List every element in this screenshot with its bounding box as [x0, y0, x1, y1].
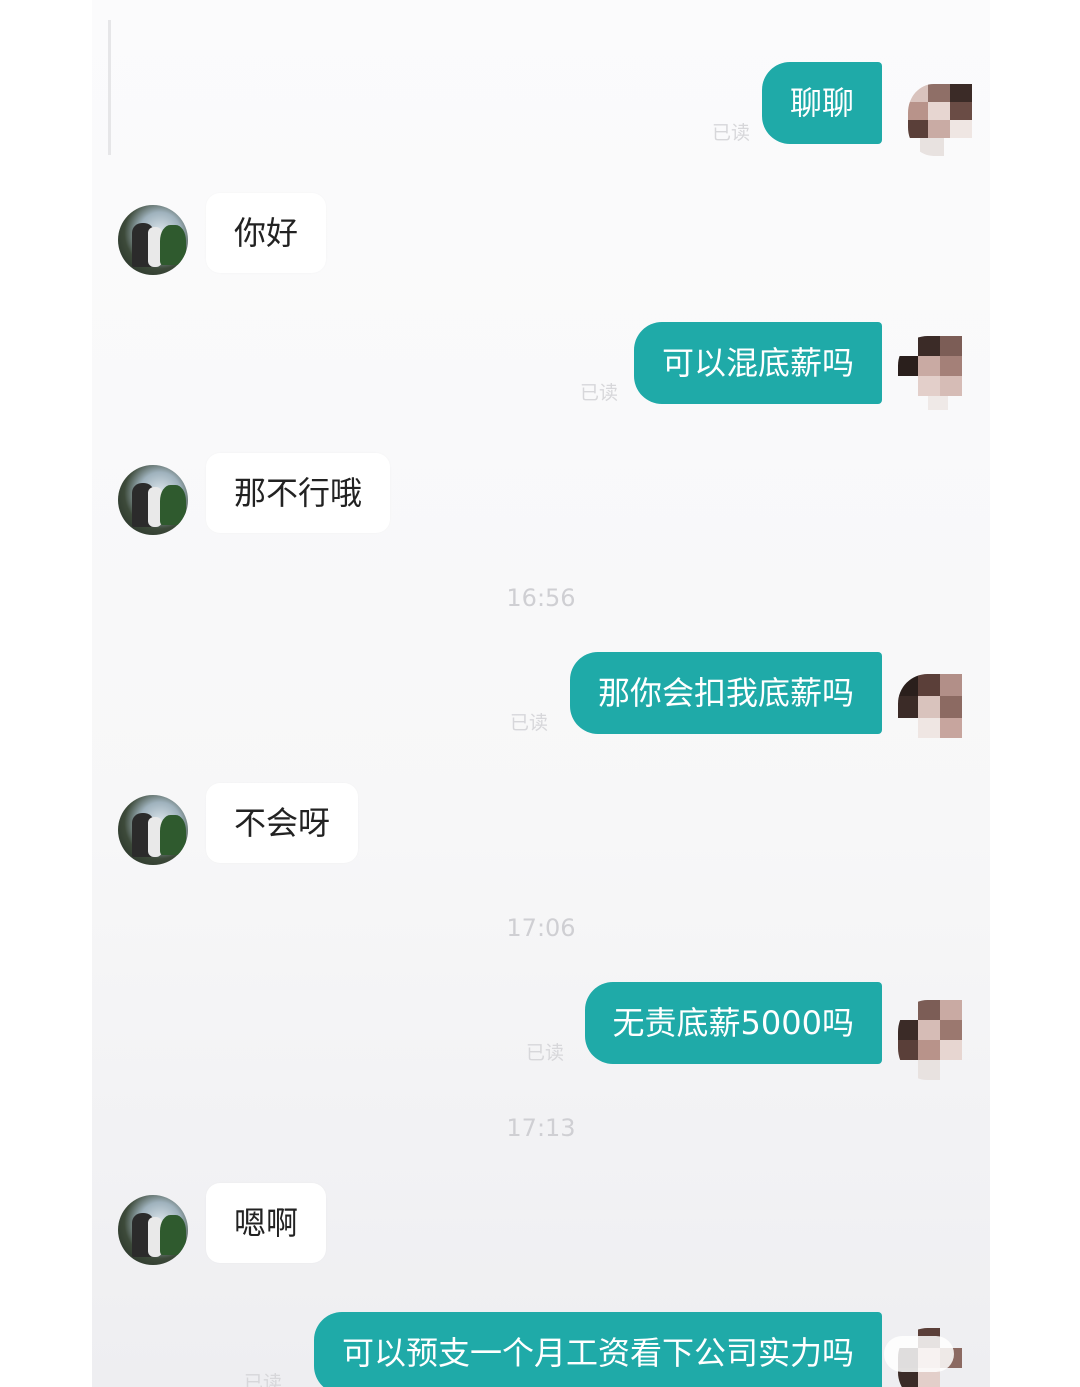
timestamp-divider: 17:06 [506, 914, 576, 942]
contact-avatar[interactable] [118, 1195, 188, 1265]
chat-screen: 已读 聊聊 你好 已读 可以混底薪吗 那不行哦 16:56 已读 那你会扣我底薪… [92, 0, 990, 1387]
contact-avatar[interactable] [118, 795, 188, 865]
watermark-badge [884, 1336, 954, 1372]
contact-avatar[interactable] [118, 465, 188, 535]
read-status: 已读 [526, 1042, 565, 1064]
incoming-message-bubble[interactable]: 那不行哦 [206, 453, 391, 533]
outgoing-message-bubble[interactable]: 聊聊 [761, 62, 882, 144]
outgoing-message-bubble[interactable]: 那你会扣我底薪吗 [569, 652, 882, 734]
incoming-message-bubble[interactable]: 嗯啊 [206, 1183, 327, 1263]
read-status: 已读 [580, 382, 619, 404]
outgoing-message-bubble[interactable]: 可以混底薪吗 [633, 322, 882, 404]
read-status: 已读 [244, 1372, 283, 1387]
left-edge-divider [108, 20, 111, 155]
read-status: 已读 [510, 712, 549, 734]
outgoing-message-bubble[interactable]: 无责底薪5000吗 [584, 982, 882, 1064]
incoming-message-bubble[interactable]: 不会呀 [206, 783, 359, 863]
sender-avatar-pixelated[interactable] [898, 1000, 972, 1080]
sender-avatar-pixelated[interactable] [898, 674, 972, 748]
sender-avatar-pixelated[interactable] [898, 336, 972, 410]
timestamp-divider: 17:13 [506, 1114, 576, 1142]
read-status: 已读 [712, 122, 751, 144]
timestamp-divider: 16:56 [506, 584, 576, 612]
outgoing-message-bubble[interactable]: 可以预支一个月工资看下公司实力吗 [313, 1312, 882, 1387]
incoming-message-bubble[interactable]: 你好 [206, 193, 327, 273]
contact-avatar[interactable] [118, 205, 188, 275]
sender-avatar-pixelated[interactable] [908, 84, 972, 156]
